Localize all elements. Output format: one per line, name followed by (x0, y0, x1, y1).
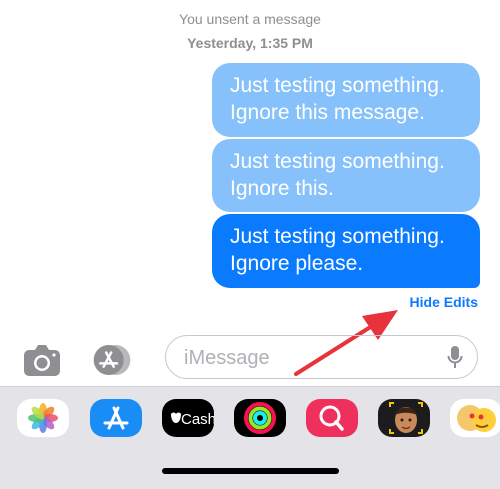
animoji-app-icon[interactable] (450, 399, 500, 437)
microphone-icon[interactable] (447, 345, 463, 369)
message-input-field[interactable] (165, 335, 478, 379)
home-indicator[interactable] (162, 468, 339, 474)
compose-bar (0, 332, 500, 386)
photos-app-icon[interactable] (17, 399, 69, 437)
activity-app-icon[interactable] (234, 399, 286, 437)
camera-icon[interactable] (22, 340, 62, 380)
app-store-app-icon[interactable] (90, 399, 142, 437)
search-images-app-icon[interactable] (306, 399, 358, 437)
apple-cash-app-icon[interactable]: Cash (162, 399, 214, 437)
memoji-app-icon[interactable] (378, 399, 430, 437)
cash-label: Cash (181, 411, 214, 428)
message-input[interactable] (182, 343, 436, 373)
app-store-icon[interactable] (92, 340, 132, 380)
